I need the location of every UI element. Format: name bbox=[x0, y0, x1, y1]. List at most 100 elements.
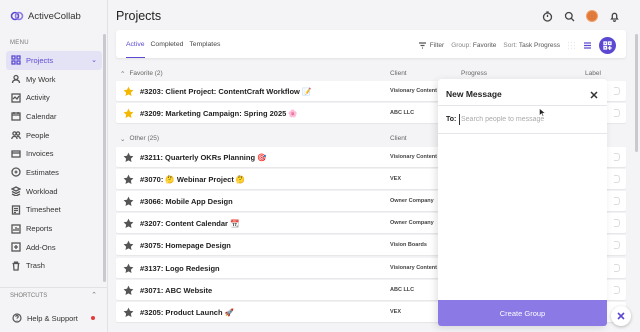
project-name[interactable]: #3205: Product Launch 🚀 bbox=[140, 308, 234, 317]
sidebar-item-my-work[interactable]: My Work bbox=[6, 70, 102, 89]
sidebar-item-reports[interactable]: Reports bbox=[6, 219, 102, 238]
sidebar-item-estimates[interactable]: Estimates bbox=[6, 163, 102, 182]
group-value: Favorite bbox=[472, 42, 497, 49]
grid-icon bbox=[11, 55, 21, 65]
label-chip[interactable] bbox=[614, 87, 620, 95]
project-name[interactable]: #3071: ABC Website bbox=[140, 286, 212, 295]
star-icon[interactable] bbox=[123, 196, 134, 207]
close-icon bbox=[590, 91, 598, 99]
recipient-search-input[interactable] bbox=[459, 114, 599, 125]
main-scrollbar[interactable] bbox=[635, 34, 638, 152]
project-name[interactable]: #3207: Content Calendar 📆 bbox=[140, 219, 239, 228]
label-chip[interactable] bbox=[614, 109, 620, 117]
project-name[interactable]: #3209: Marketing Campaign: Spring 2025 🌸 bbox=[140, 109, 298, 118]
label-chip[interactable] bbox=[614, 197, 620, 205]
group-label: Other (25) bbox=[129, 135, 160, 142]
sidebar-item-calendar[interactable]: Calendar bbox=[6, 107, 102, 126]
star-icon[interactable] bbox=[123, 285, 134, 296]
project-name[interactable]: #3070: 🤔 Webinar Project 🤔 bbox=[140, 175, 245, 184]
tab-templates[interactable]: Templates bbox=[189, 41, 220, 48]
sort-selector[interactable]: Sort: Task Progress bbox=[503, 42, 560, 49]
people-icon bbox=[11, 131, 21, 140]
sidebar-item-label: Trash bbox=[26, 261, 45, 271]
group-label: Favorite (2) bbox=[129, 70, 163, 77]
label-chip[interactable] bbox=[614, 219, 620, 227]
mouse-cursor-icon bbox=[539, 108, 545, 117]
chevron-up-icon: ⌃ bbox=[120, 71, 126, 78]
filter-label: Filter bbox=[429, 42, 445, 49]
chevron-down-icon: ⌄ bbox=[120, 136, 126, 143]
group-selector[interactable]: Group: Favorite bbox=[451, 42, 496, 49]
list-view-icon[interactable] bbox=[583, 41, 592, 50]
sidebar-item-label: My Work bbox=[26, 74, 56, 84]
divider bbox=[438, 105, 607, 106]
label-chip[interactable] bbox=[614, 264, 620, 272]
avatar[interactable] bbox=[586, 10, 598, 22]
label-chip[interactable] bbox=[614, 175, 620, 183]
sidebar-item-workload[interactable]: Workload bbox=[6, 182, 102, 201]
help-label: Help & Support bbox=[27, 313, 78, 323]
star-icon[interactable] bbox=[123, 86, 134, 97]
project-name[interactable]: #3203: Client Project: ContentCraft Work… bbox=[140, 87, 311, 96]
sidebar-item-label: Workload bbox=[26, 186, 58, 196]
tab-completed[interactable]: Completed bbox=[151, 41, 184, 48]
sidebar-item-label: Timesheet bbox=[26, 205, 61, 215]
star-icon[interactable] bbox=[123, 152, 134, 163]
star-icon[interactable] bbox=[123, 108, 134, 119]
grid-view-icon[interactable] bbox=[567, 41, 576, 50]
divider bbox=[438, 133, 607, 134]
app-logo[interactable]: ActiveCollab bbox=[10, 9, 81, 23]
menu-label: MENU bbox=[10, 40, 29, 46]
sidebar-item-add-ons[interactable]: Add-Ons bbox=[6, 238, 102, 257]
tabs: Active Completed Templates bbox=[126, 41, 220, 58]
label-chip[interactable] bbox=[614, 241, 620, 249]
label-chip[interactable] bbox=[614, 153, 620, 161]
star-icon[interactable] bbox=[123, 240, 134, 251]
sidebar-item-label: Invoices bbox=[26, 149, 54, 159]
app-name: ActiveCollab bbox=[28, 10, 81, 22]
label-chip[interactable] bbox=[614, 286, 620, 294]
bell-icon[interactable] bbox=[609, 11, 620, 22]
sidebar-item-label: Add-Ons bbox=[26, 242, 56, 252]
close-fab-button[interactable] bbox=[611, 306, 631, 326]
person-icon bbox=[11, 74, 21, 84]
sidebar-item-people[interactable]: People bbox=[6, 126, 102, 145]
project-name[interactable]: #3211: Quarterly OKRs Planning 🎯 bbox=[140, 153, 266, 162]
sidebar-item-timesheet[interactable]: Timesheet bbox=[6, 201, 102, 220]
group-header-favorite[interactable]: ⌃ Favorite (2) Client Progress Label bbox=[116, 70, 626, 78]
search-icon[interactable] bbox=[564, 11, 575, 22]
sidebar-item-trash[interactable]: Trash bbox=[6, 257, 102, 276]
column-header-client: Client bbox=[390, 135, 407, 142]
sidebar-item-invoices[interactable]: Invoices bbox=[6, 144, 102, 163]
close-button[interactable] bbox=[589, 87, 599, 99]
calendar-icon bbox=[11, 112, 21, 122]
close-icon bbox=[617, 312, 625, 320]
filter-button[interactable]: Filter bbox=[418, 41, 444, 50]
workload-icon bbox=[11, 186, 21, 197]
chevron-down-icon[interactable]: ⌄ bbox=[91, 56, 97, 64]
add-grid-icon bbox=[603, 41, 612, 50]
projects-toolbar: Active Completed Templates Filter Group:… bbox=[116, 30, 626, 58]
star-icon[interactable] bbox=[123, 174, 134, 185]
chevron-up-icon[interactable]: ⌃ bbox=[91, 291, 97, 299]
project-name[interactable]: #3075: Homepage Design bbox=[140, 241, 231, 250]
sort-value: Task Progress bbox=[518, 42, 560, 49]
notification-dot bbox=[91, 316, 95, 320]
create-group-button[interactable]: Create Group bbox=[438, 300, 607, 326]
tab-active[interactable]: Active bbox=[126, 41, 145, 58]
star-icon[interactable] bbox=[123, 218, 134, 229]
sidebar-item-projects[interactable]: Projects ⌄ bbox=[6, 51, 102, 70]
project-name[interactable]: #3066: Mobile App Design bbox=[140, 197, 233, 206]
sidebar-scrollbar[interactable] bbox=[103, 34, 106, 282]
stopwatch-icon[interactable] bbox=[542, 10, 553, 22]
star-icon[interactable] bbox=[123, 263, 134, 274]
project-name[interactable]: #3137: Logo Redesign bbox=[140, 264, 220, 273]
sidebar: ActiveCollab MENU Projects ⌄ My Work Act… bbox=[0, 0, 108, 332]
column-header-label: Label bbox=[585, 70, 601, 77]
star-icon[interactable] bbox=[123, 307, 134, 318]
add-project-button[interactable] bbox=[599, 37, 616, 54]
sidebar-item-activity[interactable]: Activity bbox=[6, 88, 102, 107]
help-support-link[interactable]: Help & Support bbox=[12, 313, 78, 323]
top-bar-icons bbox=[542, 10, 620, 22]
reports-icon bbox=[11, 223, 21, 234]
